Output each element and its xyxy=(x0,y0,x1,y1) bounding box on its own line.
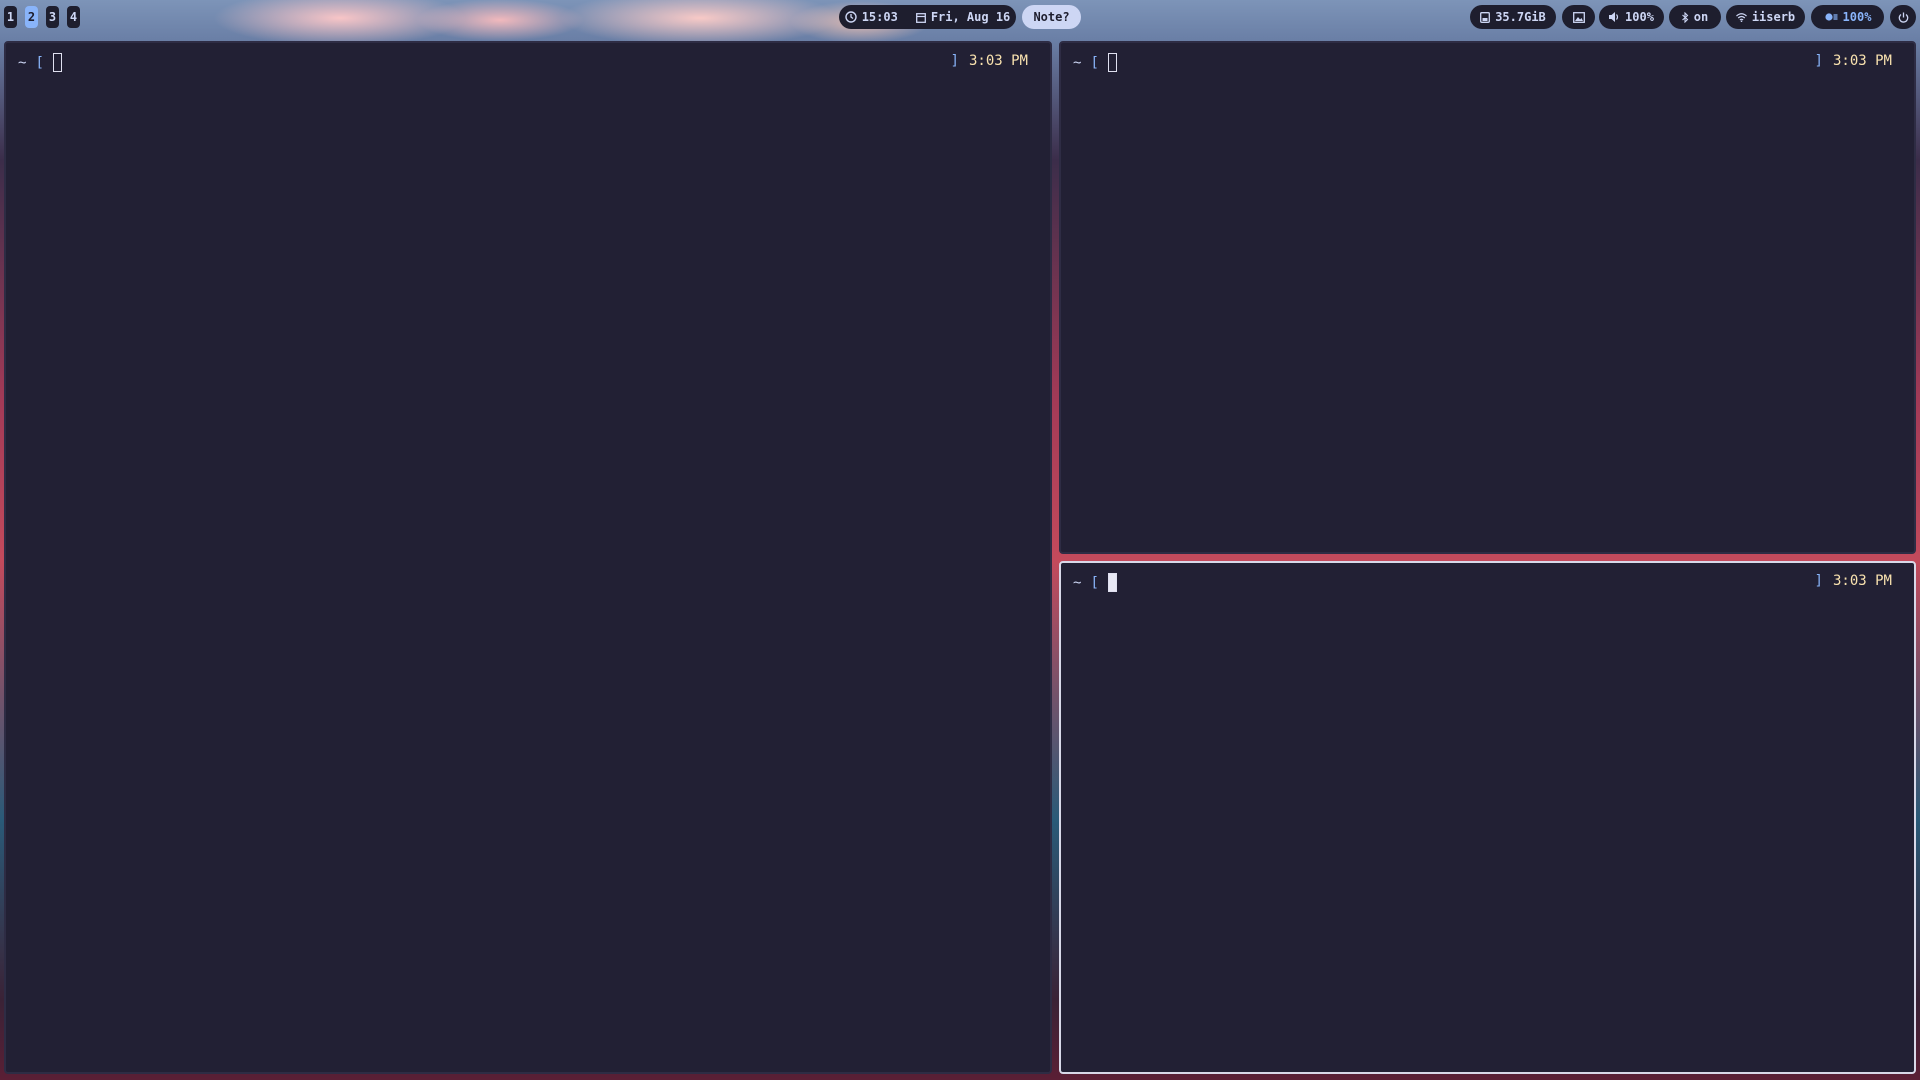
terminal-window-bottom-right[interactable]: ~ [ ] 3:03 PM xyxy=(1059,561,1916,1074)
prompt-time: 3:03 PM xyxy=(1832,573,1892,589)
terminal-window-top-right[interactable]: ~ [ ] 3:03 PM xyxy=(1059,41,1916,554)
prompt-close-bracket: ] xyxy=(1814,53,1823,69)
terminal-right-prompt: ] 3:03 PM xyxy=(951,53,1028,69)
disk-value: 35.7GiB xyxy=(1495,10,1546,24)
workspace-3-button[interactable]: 3 xyxy=(46,6,59,28)
calendar-icon xyxy=(915,12,926,23)
prompt-time: 3:03 PM xyxy=(1832,53,1892,69)
terminal-prompt: ~ [ xyxy=(1073,53,1117,72)
volume-value: 100% xyxy=(1625,10,1654,24)
prompt-open-bracket: [ xyxy=(35,54,44,71)
note-button[interactable]: Note? xyxy=(1022,5,1081,29)
workspace-4-button[interactable]: 4 xyxy=(67,6,80,28)
workspace-1-button[interactable]: 1 xyxy=(4,6,17,28)
terminal-cursor xyxy=(52,53,62,72)
clock-time: 15:03 xyxy=(861,10,898,24)
bluetooth-icon xyxy=(1681,11,1689,23)
terminal-right-prompt: ] 3:03 PM xyxy=(1815,53,1892,69)
clock-date: Fri, Aug 16 xyxy=(930,10,1011,24)
bluetooth-widget[interactable]: on xyxy=(1669,5,1721,29)
speaker-icon xyxy=(1609,12,1620,22)
prompt-home: ~ xyxy=(1073,574,1082,591)
terminal-cursor xyxy=(1107,573,1117,592)
prompt-close-bracket: ] xyxy=(1814,573,1823,589)
clock-widget[interactable]: 15:03 Fri, Aug 16 xyxy=(839,5,1016,29)
bluetooth-value: on xyxy=(1693,10,1709,24)
brightness-widget[interactable]: 100% xyxy=(1811,5,1884,29)
prompt-open-bracket: [ xyxy=(1090,574,1099,591)
prompt-close-bracket: ] xyxy=(950,53,959,69)
top-bar: 1 2 3 4 15:03 Fri, Aug 16 Note? 35.7GiB … xyxy=(0,0,1920,34)
brightness-icon xyxy=(1824,12,1838,22)
volume-widget[interactable]: 100% xyxy=(1599,5,1664,29)
terminal-window-left[interactable]: ~ [ ] 3:03 PM xyxy=(4,41,1052,1074)
terminal-prompt: ~ [ xyxy=(1073,573,1117,592)
wifi-value: iiserb xyxy=(1751,10,1796,24)
prompt-time: 3:03 PM xyxy=(968,53,1028,69)
wallpaper-button[interactable] xyxy=(1562,5,1595,29)
wifi-widget[interactable]: iiserb xyxy=(1726,5,1805,29)
terminal-prompt: ~ [ xyxy=(18,53,62,72)
prompt-home: ~ xyxy=(18,54,27,71)
power-icon xyxy=(1898,12,1909,23)
image-icon xyxy=(1572,11,1585,23)
workspace-2-button[interactable]: 2 xyxy=(25,6,38,28)
prompt-open-bracket: [ xyxy=(1090,54,1099,71)
disk-widget[interactable]: 35.7GiB xyxy=(1470,5,1556,29)
terminal-right-prompt: ] 3:03 PM xyxy=(1815,573,1892,589)
prompt-home: ~ xyxy=(1073,54,1082,71)
terminal-cursor xyxy=(1107,53,1117,72)
clock-icon xyxy=(844,11,857,23)
disk-icon xyxy=(1480,11,1491,23)
brightness-value: 100% xyxy=(1842,10,1872,24)
wifi-icon xyxy=(1735,12,1747,22)
power-button[interactable] xyxy=(1890,5,1916,29)
